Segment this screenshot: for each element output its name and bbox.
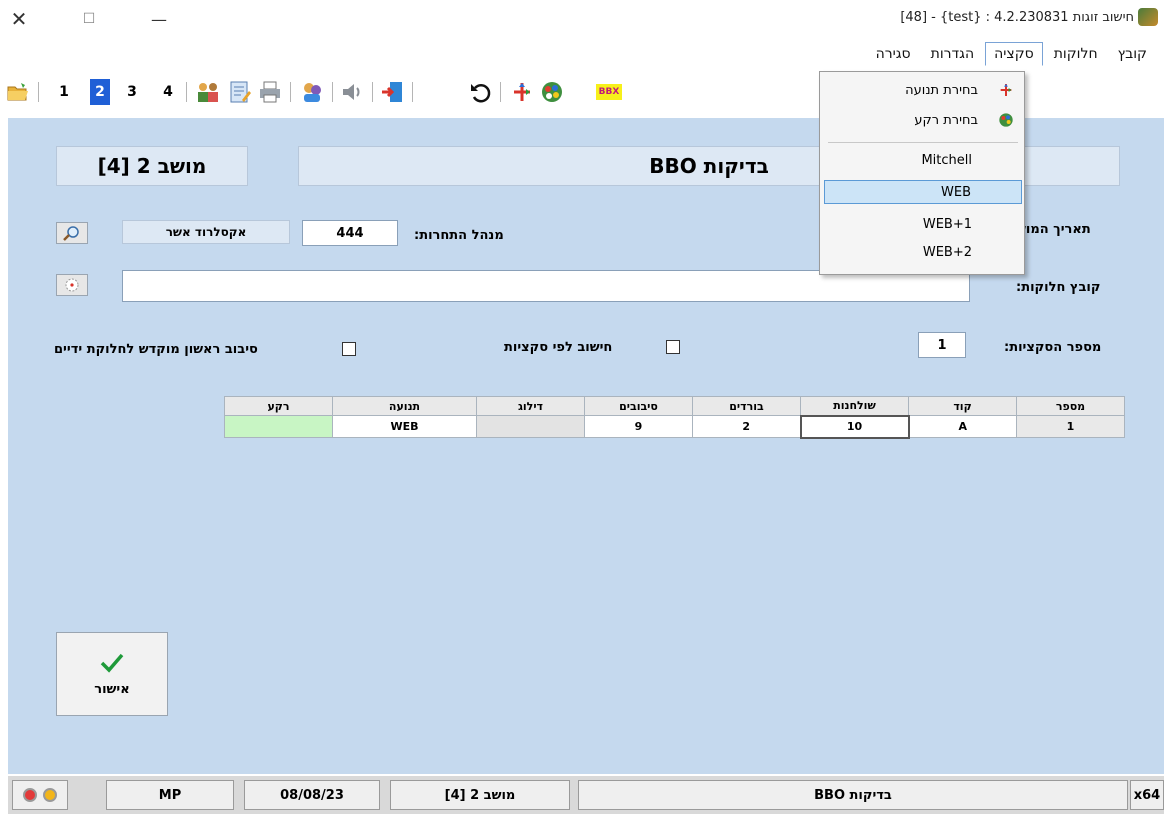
menu-bar: קובץ חלוקות סקציה הגדרות סגירה: [0, 40, 1164, 68]
calc-by-section-label: חישוב לפי סקציות: [504, 340, 613, 355]
close-icon: ✕: [10, 7, 28, 31]
maximize-icon: ☐: [82, 11, 96, 27]
first-round-label: סיבוב ראשון מוקדש לחלוקת ידיים: [54, 342, 258, 357]
director-name: אקסלרוד אשר: [122, 220, 290, 244]
column-header-skip: דילוג: [476, 396, 585, 416]
toolbar-number-3[interactable]: 3: [122, 79, 142, 105]
menu-deals[interactable]: חלוקות: [1045, 42, 1107, 66]
bbx-button[interactable]: BBX: [596, 84, 622, 100]
movement-icon[interactable]: [510, 80, 534, 104]
status-arch: x64: [1130, 780, 1164, 810]
cell-boards[interactable]: 2: [692, 415, 801, 438]
director-code-input[interactable]: 444: [302, 220, 398, 246]
status-session: מושב 2 [4]: [390, 780, 570, 810]
window-title: [48] - {test} : 4.2.230831 חישוב זוגות: [900, 10, 1134, 25]
cell-skip[interactable]: [476, 415, 585, 438]
director-label: מנהל התחרות:: [414, 228, 504, 243]
column-header-code: קוד: [908, 396, 1017, 416]
toolbar-number-1[interactable]: 1: [54, 79, 74, 105]
magnifier-icon: [63, 226, 79, 241]
toolbar-separator: [186, 82, 187, 102]
players-icon[interactable]: [196, 80, 220, 104]
checkmark-icon: [100, 653, 124, 673]
menu-item-select-background[interactable]: בחירת רקע: [824, 108, 1022, 132]
cell-movement[interactable]: WEB: [332, 415, 477, 438]
menu-file[interactable]: קובץ: [1109, 42, 1156, 66]
column-header-number: מספר: [1016, 396, 1125, 416]
printer-icon[interactable]: [258, 80, 282, 104]
sections-table: רקע תנועה דילוג סיבובים בורדים שולחנות ק…: [224, 396, 1125, 439]
status-title: BBO בדיקות: [578, 780, 1128, 810]
date-label: תאריך המוש: [1016, 222, 1091, 237]
red-light-icon: [23, 788, 37, 802]
toolbar-separator: [500, 82, 501, 102]
table-row: WEB 9 2 10 A 1: [224, 414, 1125, 439]
toolbar-separator: [372, 82, 373, 102]
edit-document-icon[interactable]: [228, 80, 252, 104]
first-round-checkbox[interactable]: [342, 342, 356, 356]
menu-item-web[interactable]: WEB: [824, 180, 1022, 204]
menu-item-label: בחירת רקע: [914, 112, 978, 128]
menu-item-select-movement[interactable]: בחירת תנועה: [824, 78, 1022, 102]
session-title: מושב 2 [4]: [56, 146, 248, 186]
confirm-button[interactable]: אישור: [56, 632, 168, 716]
title-bar: ✕ ☐ — [48] - {test} : 4.2.230831 חישוב ז…: [0, 0, 1164, 38]
cell-tables[interactable]: 10: [799, 414, 910, 439]
movement-icon: [1000, 84, 1012, 96]
status-mp: MP: [106, 780, 234, 810]
palette-icon[interactable]: [540, 80, 564, 104]
undo-icon[interactable]: [468, 80, 492, 104]
toolbar-separator: [38, 82, 39, 102]
cell-number: 1: [1016, 415, 1125, 438]
menu-item-web-plus-2[interactable]: WEB+2: [824, 240, 1022, 264]
calc-by-section-checkbox[interactable]: [666, 340, 680, 354]
cell-rounds[interactable]: 9: [584, 415, 693, 438]
search-button[interactable]: [56, 222, 88, 244]
confirm-label: אישור: [94, 681, 130, 697]
menu-item-mitchell[interactable]: Mitchell: [824, 148, 1022, 172]
minimize-button[interactable]: —: [144, 6, 174, 32]
browse-file-button[interactable]: [56, 274, 88, 296]
column-header-movement: תנועה: [332, 396, 477, 416]
cards-icon: [65, 278, 79, 292]
minimize-icon: —: [151, 9, 167, 29]
menu-item-label: בחירת תנועה: [905, 82, 978, 98]
palette-icon: [999, 113, 1013, 127]
toolbar-separator: [332, 82, 333, 102]
menu-section[interactable]: סקציה: [985, 42, 1043, 66]
deals-file-label: קובץ חלוקות:: [1016, 280, 1101, 295]
open-folder-icon[interactable]: [6, 80, 30, 104]
section-dropdown-menu: בחירת תנועה בחירת רקע Mitchell WEB WEB+1…: [819, 71, 1025, 275]
toolbar-separator: [290, 82, 291, 102]
menu-item-web-plus-1[interactable]: WEB+1: [824, 212, 1022, 236]
column-header-background: רקע: [224, 396, 333, 416]
toolbar-separator: [412, 82, 413, 102]
amber-light-icon: [43, 788, 57, 802]
sections-label: מספר הסקציות:: [1004, 340, 1102, 355]
maximize-button[interactable]: ☐: [74, 6, 104, 32]
toolbar-number-2[interactable]: 2: [90, 79, 110, 105]
users-icon[interactable]: [300, 80, 324, 104]
speaker-icon[interactable]: [340, 80, 364, 104]
indicators: [12, 780, 68, 810]
menu-separator: [828, 142, 1018, 143]
toolbar-number-4[interactable]: 4: [158, 79, 178, 105]
column-header-boards: בורדים: [692, 396, 801, 416]
cell-background[interactable]: [224, 415, 333, 438]
menu-settings[interactable]: הגדרות: [922, 42, 983, 66]
status-date: 08/08/23: [244, 780, 380, 810]
exit-door-icon[interactable]: [380, 80, 404, 104]
column-header-tables: שולחנות: [800, 396, 909, 416]
menu-close[interactable]: סגירה: [867, 42, 920, 66]
column-header-rounds: סיבובים: [584, 396, 693, 416]
status-bar: MP 08/08/23 מושב 2 [4] BBO בדיקות x64: [8, 776, 1164, 814]
app-icon: [1138, 8, 1158, 26]
cell-code[interactable]: A: [908, 415, 1017, 438]
close-button[interactable]: ✕: [4, 6, 34, 32]
sections-count-input[interactable]: 1: [918, 332, 966, 358]
